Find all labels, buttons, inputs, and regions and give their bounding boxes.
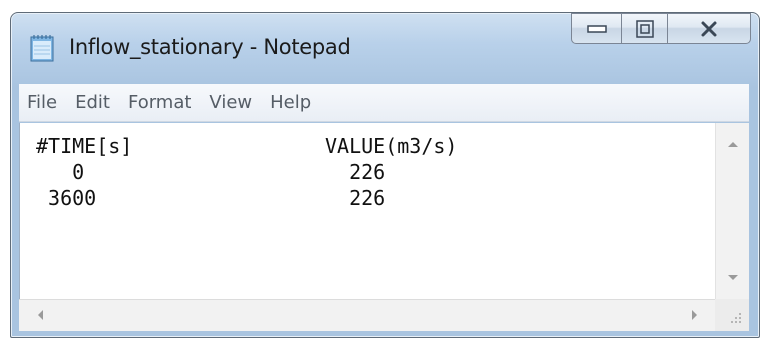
scroll-right-icon[interactable] <box>679 300 709 330</box>
maximize-button[interactable] <box>621 13 667 44</box>
menu-edit[interactable]: Edit <box>75 92 110 113</box>
menu-help[interactable]: Help <box>270 92 311 113</box>
close-icon <box>701 21 717 36</box>
minimize-icon <box>586 24 607 33</box>
scroll-down-icon[interactable] <box>716 263 750 293</box>
menu-view[interactable]: View <box>209 92 252 113</box>
caption-buttons <box>571 13 751 45</box>
maximize-icon <box>635 19 654 38</box>
horizontal-scrollbar[interactable] <box>19 299 749 331</box>
window-title: Inflow_stationary - Notepad <box>69 35 351 59</box>
editor-area[interactable]: #TIME[s] VALUE(m3/s) 0 226 3600 226 <box>19 123 749 299</box>
menu-bar: File Edit Format View Help <box>19 84 749 122</box>
menu-format[interactable]: Format <box>128 92 191 113</box>
resize-grip-icon <box>731 313 741 323</box>
scroll-left-icon[interactable] <box>27 300 57 330</box>
notepad-icon <box>30 35 54 62</box>
close-button[interactable] <box>667 13 751 44</box>
document-text[interactable]: #TIME[s] VALUE(m3/s) 0 226 3600 226 <box>36 133 716 293</box>
resize-grip[interactable] <box>715 299 749 331</box>
notepad-window: Inflow_stationary - Notepad File Edit Fo… <box>10 12 760 338</box>
menu-file[interactable]: File <box>27 92 57 113</box>
title-bar[interactable]: Inflow_stationary - Notepad <box>11 13 759 81</box>
minimize-button[interactable] <box>571 13 621 44</box>
vertical-scrollbar[interactable] <box>715 123 749 299</box>
scroll-up-icon[interactable] <box>716 131 750 161</box>
